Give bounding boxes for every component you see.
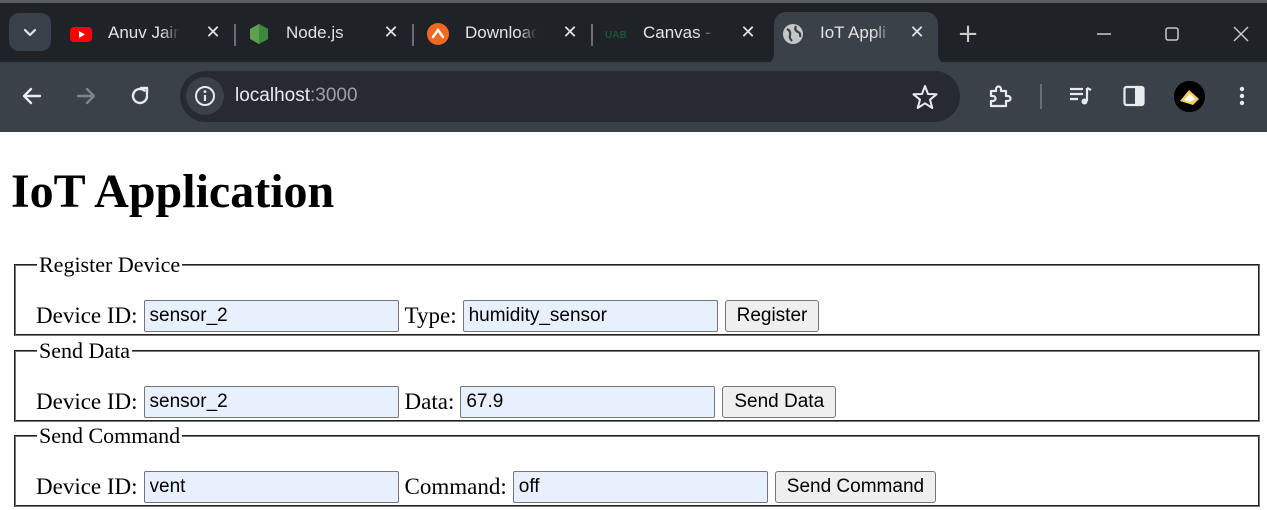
tab-download[interactable]: Download ✕	[419, 12, 593, 56]
command-label: Command:	[404, 474, 507, 499]
nodejs-icon	[250, 24, 268, 44]
tab-youtube[interactable]: Anuv Jain ✕	[62, 12, 236, 56]
arrow-right-icon	[76, 87, 96, 105]
close-icon	[1233, 26, 1249, 42]
device-id-label: Device ID:	[36, 303, 138, 328]
send-command-value-input[interactable]	[512, 471, 768, 503]
register-type-input[interactable]	[462, 300, 718, 332]
send-command-device-id-input[interactable]	[143, 471, 399, 503]
info-icon	[195, 86, 215, 106]
tab-separator	[234, 24, 236, 46]
tab-separator	[412, 24, 414, 46]
tab-canvas[interactable]: UAB Canvas - ✕	[597, 12, 769, 56]
canvas-icon: UAB	[605, 30, 627, 41]
send-command-legend: Send Command	[39, 423, 181, 448]
device-id-label: Device ID:	[36, 474, 138, 499]
close-icon[interactable]: ✕	[906, 21, 928, 43]
url-port: :3000	[310, 85, 358, 106]
side-panel-button[interactable]	[1119, 81, 1149, 111]
reload-icon	[131, 86, 149, 105]
maximize-button[interactable]	[1157, 21, 1187, 47]
maximize-icon	[1165, 27, 1179, 41]
data-label: Data:	[404, 389, 455, 414]
browser-toolbar: localhost:3000	[0, 62, 1267, 132]
close-icon[interactable]: ✕	[737, 21, 759, 43]
playlist-music-icon	[1070, 87, 1092, 105]
menu-button[interactable]	[1227, 81, 1257, 111]
close-window-button[interactable]	[1226, 21, 1256, 47]
close-icon[interactable]: ✕	[559, 21, 581, 43]
download-site-icon	[427, 23, 449, 45]
page-title: IoT Application	[11, 165, 335, 218]
send-data-row: Device ID: Data: Send Data	[36, 386, 837, 418]
puzzle-piece-icon	[989, 85, 1012, 108]
url-text[interactable]: localhost:3000	[235, 85, 358, 107]
tab-search-button[interactable]	[9, 13, 51, 51]
register-device-legend: Register Device	[39, 252, 181, 277]
media-controls-button[interactable]	[1065, 81, 1095, 111]
reload-button[interactable]	[125, 81, 155, 111]
tab-title: Node.js	[286, 23, 344, 42]
send-command-button[interactable]: Send Command	[774, 471, 937, 503]
extensions-button[interactable]	[985, 81, 1015, 111]
new-tab-button[interactable]: +	[955, 21, 981, 48]
page-content: IoT Application Register Device Device I…	[0, 132, 1267, 510]
youtube-icon	[70, 27, 92, 42]
register-device-id-input[interactable]	[143, 300, 399, 332]
send-command-fieldset: Send Command Device ID: Command: Send Co…	[14, 425, 1260, 507]
more-vertical-icon	[1239, 86, 1245, 106]
tab-separator	[591, 24, 593, 46]
tab-title: Anuv Jain	[108, 23, 180, 42]
send-data-legend: Send Data	[39, 338, 131, 363]
type-label: Type:	[404, 303, 457, 328]
minimize-icon	[1097, 33, 1111, 35]
register-device-row: Device ID: Type: Register	[36, 300, 820, 332]
globe-icon	[783, 24, 803, 44]
tab-strip: Anuv Jain ✕ Node.js ✕ Download ✕ UAB Can…	[0, 0, 1267, 65]
send-data-device-id-input[interactable]	[143, 386, 399, 418]
tab-title: Canvas -	[643, 23, 712, 42]
toolbar-divider	[1040, 84, 1042, 109]
send-data-fieldset: Send Data Device ID: Data: Send Data	[14, 340, 1260, 422]
arrow-left-icon	[22, 87, 42, 105]
profile-avatar[interactable]	[1174, 81, 1205, 112]
tab-title: Download	[465, 23, 537, 42]
send-data-button[interactable]: Send Data	[722, 386, 837, 418]
site-info-button[interactable]	[186, 77, 224, 115]
avatar-icon	[1174, 81, 1205, 112]
send-data-value-input[interactable]	[460, 386, 716, 418]
register-button[interactable]: Register	[724, 300, 820, 332]
close-icon[interactable]: ✕	[380, 21, 402, 43]
side-panel-icon	[1123, 85, 1145, 107]
device-id-label: Device ID:	[36, 389, 138, 414]
close-icon[interactable]: ✕	[202, 21, 224, 43]
minimize-button[interactable]	[1089, 21, 1119, 47]
address-bar[interactable]: localhost:3000	[180, 71, 960, 122]
svg-text:UAB: UAB	[605, 30, 627, 41]
send-command-row: Device ID: Command: Send Command	[36, 471, 937, 503]
forward-button[interactable]	[71, 81, 101, 111]
back-button[interactable]	[17, 81, 47, 111]
bookmark-star-icon[interactable]	[912, 84, 938, 110]
tab-nodejs[interactable]: Node.js ✕	[240, 12, 414, 56]
chevron-down-icon	[23, 28, 37, 37]
tab-iot-application[interactable]: IoT Appli ✕	[762, 12, 950, 65]
register-device-fieldset: Register Device Device ID: Type: Registe…	[14, 254, 1260, 336]
url-host: localhost	[235, 85, 310, 106]
tab-title: IoT Appli	[820, 23, 886, 42]
